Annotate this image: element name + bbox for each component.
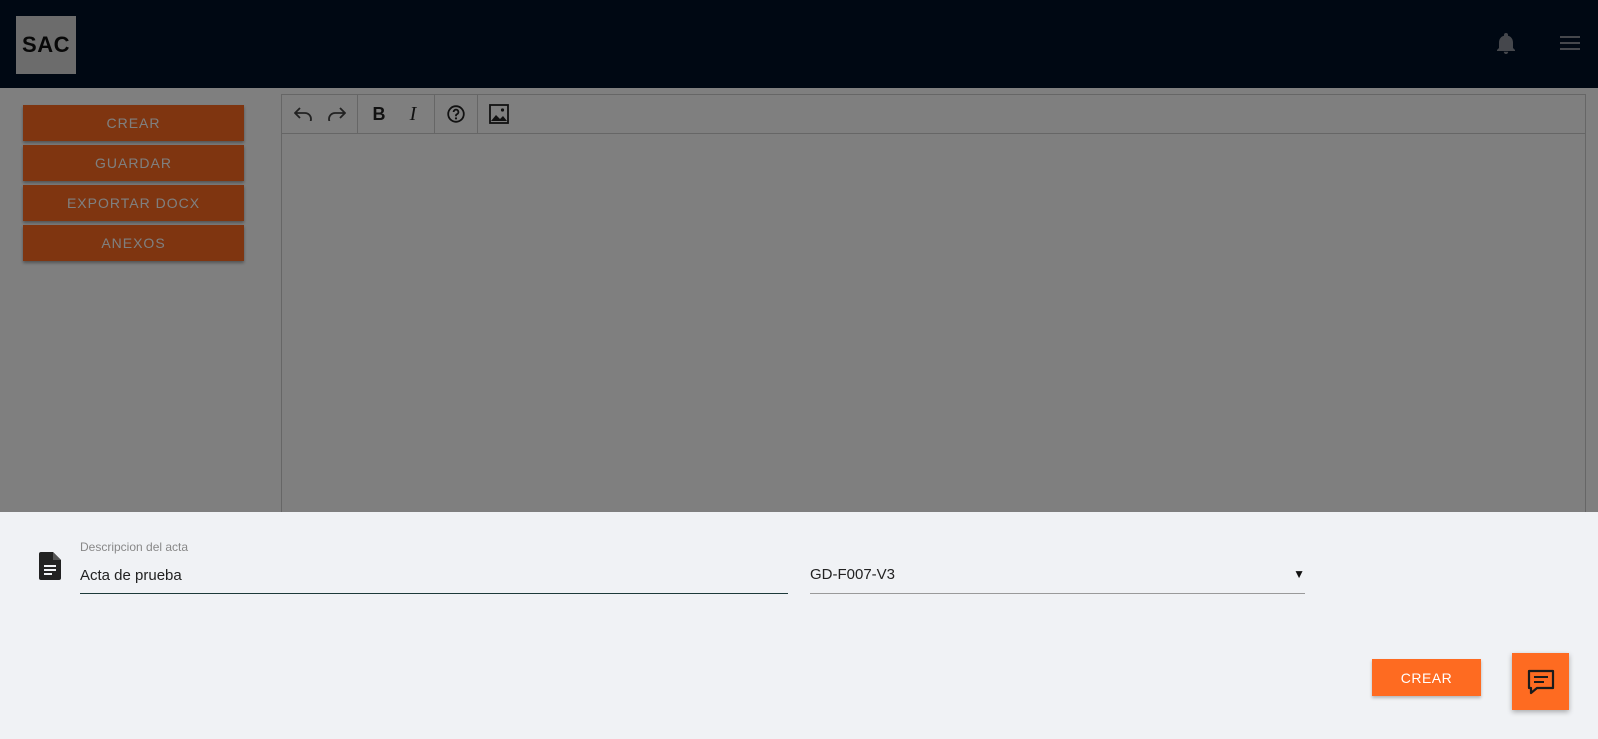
modal-backdrop[interactable] xyxy=(0,0,1598,512)
crear-act-button[interactable]: CREAR xyxy=(1372,659,1481,696)
create-act-sheet: Descripcion del acta GD-F007-V3 ▼ CREAR xyxy=(0,512,1598,739)
description-input[interactable] xyxy=(80,558,788,594)
document-icon xyxy=(38,552,62,580)
app-root: SAC CREAR GUARDAR EXPORTAR DOCX ANEXOS xyxy=(0,0,1598,739)
template-select[interactable]: GD-F007-V3 ▼ xyxy=(810,558,1305,594)
description-label: Descripcion del acta xyxy=(80,540,189,554)
chevron-down-icon: ▼ xyxy=(1293,567,1305,581)
chat-icon[interactable] xyxy=(1512,653,1569,710)
template-select-value: GD-F007-V3 xyxy=(810,566,896,583)
